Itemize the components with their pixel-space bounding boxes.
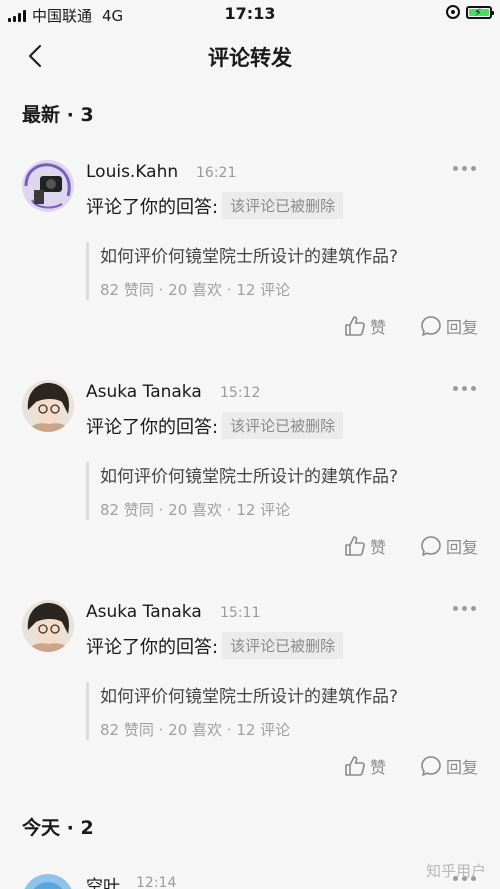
item-actions: 赞 回复 bbox=[344, 314, 478, 338]
like-button[interactable]: 赞 bbox=[344, 534, 386, 558]
question-title[interactable]: 如何评价何镜堂院士所设计的建筑作品? bbox=[100, 242, 466, 267]
orientation-lock-icon bbox=[446, 5, 460, 19]
reply-button[interactable]: 回复 bbox=[420, 534, 478, 558]
watermark: 知乎用户 bbox=[425, 862, 486, 880]
action-line: 评论了你的回答: 该评论已被删除 bbox=[86, 192, 344, 219]
like-label: 赞 bbox=[369, 758, 386, 777]
action-text: 评论了你的回答: bbox=[86, 636, 219, 658]
question-title[interactable]: 如何评价何镜堂院士所设计的建筑作品? bbox=[100, 462, 466, 487]
deleted-comment-badge: 该评论已被删除 bbox=[222, 192, 344, 219]
quoted-answer[interactable]: 如何评价何镜堂院士所设计的建筑作品? 82 赞同 · 20 喜欢 · 12 评论 bbox=[86, 242, 466, 300]
action-text: 评论了你的回答: bbox=[86, 196, 219, 218]
action-line: 评论了你的回答: 该评论已被删除 bbox=[86, 632, 344, 659]
battery-icon: ⚡ bbox=[466, 5, 494, 19]
status-bar: 中国联通 4G 17:13 ⚡ bbox=[0, 0, 500, 28]
user-name[interactable]: 空叶 bbox=[86, 872, 120, 889]
avatar[interactable] bbox=[22, 380, 74, 432]
avatar[interactable] bbox=[22, 874, 74, 889]
comment-bubble-icon bbox=[421, 756, 441, 776]
user-name[interactable]: Louis.Kahn bbox=[86, 162, 178, 182]
reply-label: 回复 bbox=[445, 538, 478, 557]
action-text: 评论了你的回答: bbox=[86, 416, 219, 438]
answer-stats: 82 赞同 · 20 喜欢 · 12 评论 bbox=[100, 281, 291, 299]
timestamp: 16:21 bbox=[196, 165, 237, 181]
reply-label: 回复 bbox=[445, 758, 478, 777]
more-icon[interactable] bbox=[453, 166, 476, 171]
item-actions: 赞 回复 bbox=[344, 754, 478, 778]
thumb-up-icon bbox=[345, 316, 365, 336]
section-title-today: 今天 · 2 bbox=[22, 817, 94, 839]
answer-stats: 82 赞同 · 20 喜欢 · 12 评论 bbox=[100, 501, 291, 519]
thumb-up-icon bbox=[345, 536, 365, 556]
reply-button[interactable]: 回复 bbox=[420, 754, 478, 778]
item-actions: 赞 回复 bbox=[344, 534, 478, 558]
avatar[interactable] bbox=[22, 600, 74, 652]
quoted-answer[interactable]: 如何评价何镜堂院士所设计的建筑作品? 82 赞同 · 20 喜欢 · 12 评论 bbox=[86, 462, 466, 520]
action-line: 评论了你的回答: 该评论已被删除 bbox=[86, 412, 344, 439]
quoted-answer[interactable]: 如何评价何镜堂院士所设计的建筑作品? 82 赞同 · 20 喜欢 · 12 评论 bbox=[86, 682, 466, 740]
like-button[interactable]: 赞 bbox=[344, 314, 386, 338]
page-title: 评论转发 bbox=[208, 46, 292, 70]
deleted-comment-badge: 该评论已被删除 bbox=[222, 632, 344, 659]
answer-stats: 82 赞同 · 20 喜欢 · 12 评论 bbox=[100, 721, 291, 739]
status-time: 17:13 bbox=[224, 4, 276, 23]
more-icon[interactable] bbox=[453, 386, 476, 391]
notification-item[interactable]: Asuka Tanaka 15:11 评论了你的回答: 该评论已被删除 如何评价… bbox=[0, 600, 500, 810]
timestamp: 12:14 bbox=[136, 875, 177, 889]
reply-label: 回复 bbox=[445, 318, 478, 337]
comment-bubble-icon bbox=[421, 316, 441, 336]
notification-item[interactable]: Asuka Tanaka 15:12 评论了你的回答: 该评论已被删除 如何评价… bbox=[0, 380, 500, 590]
notification-item[interactable]: Louis.Kahn 16:21 评论了你的回答: 该评论已被删除 如何评价何镜… bbox=[0, 160, 500, 370]
deleted-comment-badge: 该评论已被删除 bbox=[222, 412, 344, 439]
comment-bubble-icon bbox=[421, 536, 441, 556]
avatar[interactable] bbox=[22, 160, 74, 212]
status-right: ⚡ bbox=[446, 5, 494, 19]
like-button[interactable]: 赞 bbox=[344, 754, 386, 778]
more-icon[interactable] bbox=[453, 606, 476, 611]
thumb-up-icon bbox=[345, 756, 365, 776]
nav-bar: 评论转发 bbox=[0, 28, 500, 84]
question-title[interactable]: 如何评价何镜堂院士所设计的建筑作品? bbox=[100, 682, 466, 707]
user-name[interactable]: Asuka Tanaka bbox=[86, 602, 202, 622]
like-label: 赞 bbox=[369, 318, 386, 337]
timestamp: 15:12 bbox=[220, 385, 261, 401]
reply-button[interactable]: 回复 bbox=[420, 314, 478, 338]
section-title-newest: 最新 · 3 bbox=[22, 104, 94, 126]
timestamp: 15:11 bbox=[220, 605, 261, 621]
like-label: 赞 bbox=[369, 538, 386, 557]
user-name[interactable]: Asuka Tanaka bbox=[86, 382, 202, 402]
